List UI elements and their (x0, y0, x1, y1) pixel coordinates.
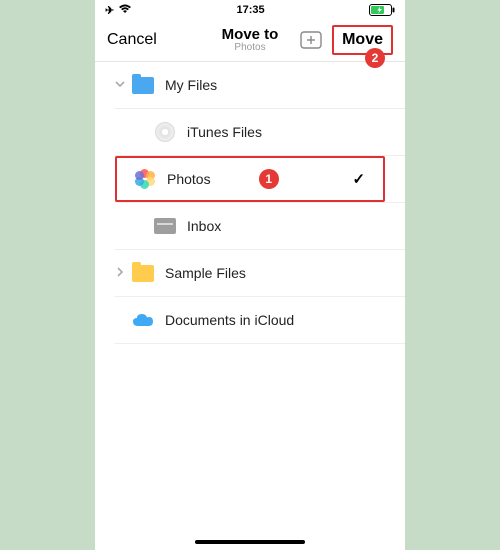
battery-icon (369, 4, 395, 16)
folder-label: Documents in iCloud (165, 312, 405, 328)
folder-icon (131, 73, 155, 97)
new-folder-icon[interactable] (300, 31, 322, 49)
wifi-icon (118, 4, 132, 17)
folder-label: My Files (165, 77, 405, 93)
nav-subtitle: Photos (222, 42, 279, 53)
folder-row-icloud[interactable]: Documents in iCloud (95, 297, 405, 343)
cancel-button[interactable]: Cancel (107, 31, 157, 49)
folder-row-photos[interactable]: Photos 1 ✓ (115, 156, 385, 202)
inbox-icon (153, 214, 177, 238)
move-button[interactable]: Move (332, 25, 393, 55)
nav-bar: Cancel Move to Photos Move (95, 18, 405, 62)
chevron-right-icon[interactable] (109, 266, 131, 281)
airplane-mode-icon: ✈ (105, 4, 114, 17)
folder-list: My Files iTunes Files Photos 1 ✓ Inbox (95, 62, 405, 344)
folder-row-inbox[interactable]: Inbox (95, 203, 405, 249)
folder-label: Inbox (187, 218, 405, 234)
chevron-down-icon[interactable] (109, 78, 131, 93)
home-indicator[interactable] (195, 540, 305, 544)
folder-label: iTunes Files (187, 124, 405, 140)
folder-row-sample-files[interactable]: Sample Files (95, 250, 405, 296)
photos-icon (133, 167, 157, 191)
status-bar: ✈ 17:35 (95, 0, 405, 18)
nav-title: Move to (222, 26, 279, 43)
checkmark-icon: ✓ (352, 170, 365, 188)
folder-label: Photos (167, 171, 241, 187)
folder-label: Sample Files (165, 265, 405, 281)
annotation-badge-1: 1 (259, 169, 279, 189)
disc-icon (153, 120, 177, 144)
status-time: 17:35 (237, 4, 265, 16)
folder-row-my-files[interactable]: My Files (95, 62, 405, 108)
folder-row-itunes[interactable]: iTunes Files (95, 109, 405, 155)
folder-icon (131, 261, 155, 285)
cloud-icon (131, 308, 155, 332)
